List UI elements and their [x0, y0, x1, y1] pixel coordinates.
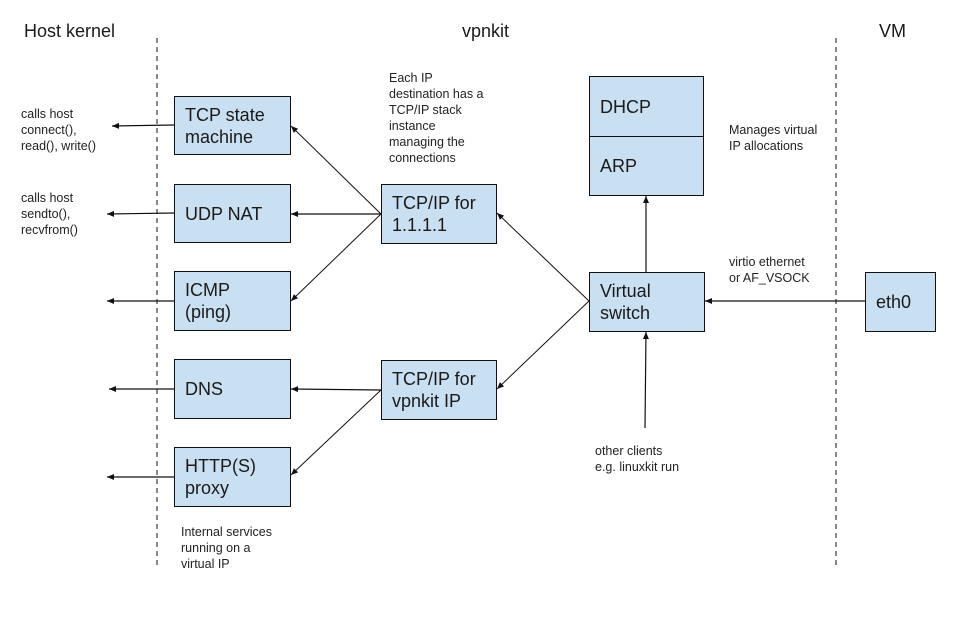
arrow-udp-to-host [106, 210, 175, 217]
box-label: DNS [185, 379, 224, 399]
section-title-host-kernel: Host kernel [24, 21, 116, 41]
box-label: ICMP (ping) [185, 280, 232, 322]
box-tcpip-1111: TCP/IP for 1.1.1.1 [381, 184, 497, 244]
box-tcp-state-machine: TCP state machine [174, 96, 291, 155]
note-internal-services: Internal services running on a virtual I… [181, 525, 273, 571]
arrow-tcpip-to-tcp [290, 125, 382, 215]
box-label: TCP/IP for vpnkit IP [392, 369, 476, 411]
note-each-ip: Each IP destination has a TCP/IP stack i… [389, 71, 484, 165]
box-eth0: eth0 [865, 272, 936, 332]
arrow-vpnkit-to-dns [290, 386, 382, 393]
diagram-canvas [106, 38, 865, 568]
arrow-vpnkit-to-http [290, 389, 382, 476]
box-label: UDP NAT [185, 203, 263, 224]
box-tcpip-vpnkit: TCP/IP for vpnkit IP [381, 360, 497, 420]
box-icmp: ICMP (ping) [174, 271, 291, 331]
arrow-switch-to-tcpip [496, 212, 590, 302]
note-other-clients: other clients e.g. linuxkit run [595, 444, 680, 474]
box-label: TCP state machine [185, 104, 265, 147]
box-label: TCP/IP for 1.1.1.1 [392, 193, 476, 235]
box-arp: ARP [590, 136, 703, 195]
box-http-proxy: HTTP(S) proxy [174, 447, 291, 507]
box-dns: DNS [174, 359, 291, 419]
arrow-switch-to-vpnkit [496, 300, 590, 390]
note-udp-calls: calls host sendto(), recvfrom() [21, 191, 78, 237]
section-title-vpnkit: vpnkit [462, 21, 510, 41]
note-tcp-calls: calls host connect(), read(), write() [21, 107, 97, 153]
box-label: Virtual switch [600, 281, 651, 323]
box-dhcp-arp: DHCP ARP [589, 76, 704, 196]
box-label: HTTP(S) proxy [185, 456, 256, 498]
arrow-tcpip-to-icmp [290, 213, 382, 302]
section-title-vm: VM [879, 21, 906, 41]
note-virtio: virtio ethernet or AF_VSOCK [729, 255, 810, 285]
box-label: eth0 [876, 292, 912, 312]
note-manages-ip: Manages virtual IP allocations [729, 123, 818, 153]
box-dhcp: DHCP [600, 96, 652, 117]
box-virtual-switch: Virtual switch [589, 272, 705, 332]
arrow-clients-to-switch [642, 331, 649, 429]
box-udp-nat: UDP NAT [174, 184, 291, 243]
arrow-tcp-to-host [111, 122, 175, 129]
